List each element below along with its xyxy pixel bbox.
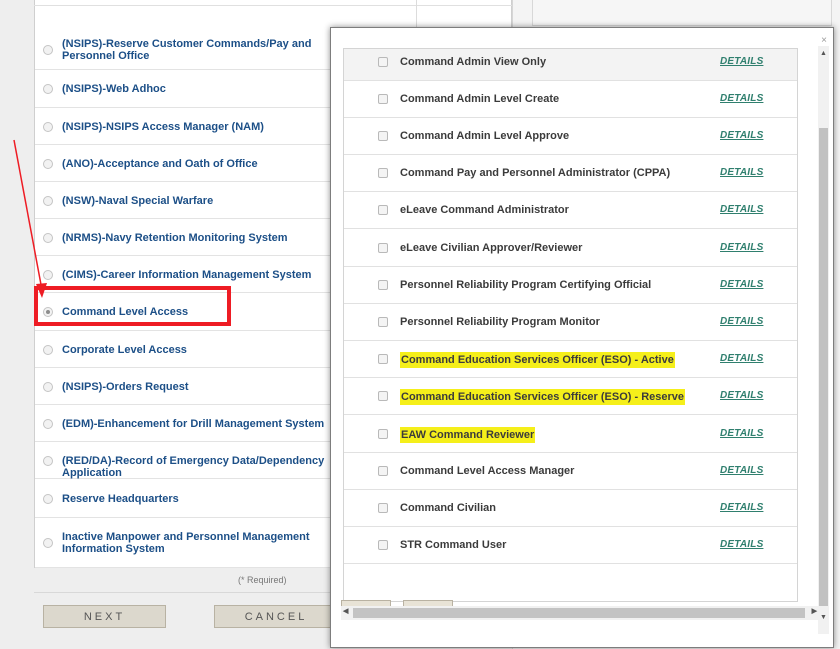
next-button[interactable]: NEXT xyxy=(43,605,166,628)
details-link[interactable]: DETAILS xyxy=(720,130,763,141)
access-level-label: Personnel Reliability Program Monitor xyxy=(400,316,600,328)
access-details-modal: × Command Admin View Only DETAILS Command … xyxy=(330,27,834,648)
required-note: (* Required) xyxy=(238,575,287,585)
access-level-label: Personnel Reliability Program Certifying… xyxy=(400,279,652,291)
role-label: (RED/DA)-Record of Emergency Data/Depend… xyxy=(62,454,325,479)
access-level-checkbox[interactable] xyxy=(378,317,388,327)
details-link[interactable]: DETAILS xyxy=(720,56,763,67)
access-level-label: Command Admin Level Create xyxy=(400,93,560,105)
details-link[interactable]: DETAILS xyxy=(720,167,763,178)
role-label: (NSW)-Naval Special Warfare xyxy=(62,194,214,207)
access-level-checkbox[interactable] xyxy=(378,205,388,215)
role-radio-button[interactable] xyxy=(43,45,53,55)
horizontal-scrollbar[interactable]: ◀ ▶ xyxy=(341,606,819,620)
role-label: (NSIPS)-Orders Request xyxy=(62,380,189,393)
access-level-row: STR Command User DETAILS xyxy=(344,527,797,564)
access-level-label: eLeave Civilian Approver/Reviewer xyxy=(400,242,583,254)
role-radio-button[interactable] xyxy=(43,455,53,466)
access-level-label: Command Admin View Only xyxy=(400,56,547,68)
access-level-row: Command Admin Level Create DETAILS xyxy=(344,81,797,118)
access-level-row: Personnel Reliability Program Monitor DET… xyxy=(344,304,797,341)
details-link[interactable]: DETAILS xyxy=(720,242,763,253)
right-panel-box xyxy=(532,0,832,26)
role-label: Reserve Headquarters xyxy=(62,492,179,505)
details-link[interactable]: DETAILS xyxy=(720,204,763,215)
access-level-row: Command Admin View Only DETAILS xyxy=(344,49,797,81)
access-level-row: Command Level Access Manager DETAILS xyxy=(344,453,797,490)
access-level-row: Command Admin Level Approve DETAILS xyxy=(344,118,797,155)
role-label: (NSIPS)-Web Adhoc xyxy=(62,83,166,95)
scroll-up-icon[interactable]: ▲ xyxy=(820,50,827,57)
role-label: Inactive Manpower and Personnel Manageme… xyxy=(62,531,310,555)
access-level-label: Command Civilian xyxy=(400,502,496,514)
access-level-label: EAW Command Reviewer xyxy=(400,427,536,443)
role-radio-button[interactable] xyxy=(43,538,53,548)
close-icon[interactable]: × xyxy=(821,35,827,46)
details-link[interactable]: DETAILS xyxy=(720,502,763,513)
details-link[interactable]: DETAILS xyxy=(720,539,763,550)
red-annotation-box xyxy=(34,286,231,326)
access-level-checkbox[interactable] xyxy=(378,57,388,67)
scrollbar-thumb[interactable] xyxy=(819,128,828,606)
details-link[interactable]: DETAILS xyxy=(720,316,763,327)
role-label: (NSIPS)-Reserve Customer Commands/Pay an… xyxy=(62,38,312,62)
details-link[interactable]: DETAILS xyxy=(720,93,763,104)
role-label: Corporate Level Access xyxy=(62,343,187,356)
role-radio-button[interactable] xyxy=(43,418,53,429)
access-level-row: Personnel Reliability Program Certifying… xyxy=(344,267,797,304)
cancel-button[interactable]: CANCEL xyxy=(214,605,338,628)
horizontal-scrollbar-thumb[interactable] xyxy=(353,608,805,618)
role-label: (ANO)-Acceptance and Oath of Office xyxy=(62,157,258,170)
role-label: (NRMS)-Navy Retention Monitoring System xyxy=(62,231,288,244)
scroll-left-icon[interactable]: ◀ xyxy=(343,607,348,615)
access-level-row: Command Civilian DETAILS xyxy=(344,490,797,527)
access-level-label: eLeave Command Administrator xyxy=(400,204,569,216)
red-annotation-arrow xyxy=(13,139,47,298)
access-level-row: eLeave Command Administrator DETAILS xyxy=(344,192,797,229)
vertical-scrollbar[interactable]: ▲ ▼ xyxy=(818,46,829,634)
role-label: (EDM)-Enhancement for Drill Management S… xyxy=(62,417,325,430)
access-level-label: Command Pay and Personnel Administrator … xyxy=(400,167,671,179)
access-level-checkbox[interactable] xyxy=(378,280,388,290)
role-radio-button[interactable] xyxy=(43,381,53,392)
access-level-label: Command Admin Level Approve xyxy=(400,130,570,142)
access-level-row: Command Pay and Personnel Administrator … xyxy=(344,155,797,192)
access-level-checkbox[interactable] xyxy=(378,131,388,141)
access-level-list: Command Admin View Only DETAILS Command Ad… xyxy=(343,48,798,602)
access-level-label: Command Education Services Officer (ESO)… xyxy=(400,352,675,368)
details-link[interactable]: DETAILS xyxy=(720,353,763,364)
access-level-checkbox[interactable] xyxy=(378,168,388,178)
access-level-row: EAW Command Reviewer DETAILS xyxy=(344,416,797,453)
scroll-down-icon[interactable]: ▼ xyxy=(820,614,827,621)
details-link[interactable]: DETAILS xyxy=(720,279,763,290)
details-link[interactable]: DETAILS xyxy=(720,390,763,401)
role-radio-button[interactable] xyxy=(43,121,53,132)
access-level-checkbox[interactable] xyxy=(378,540,388,550)
role-radio-button[interactable] xyxy=(43,84,53,94)
role-label: (CIMS)-Career Information Management Sys… xyxy=(62,268,312,281)
access-level-checkbox[interactable] xyxy=(378,503,388,513)
panel-top-divider xyxy=(34,0,512,6)
details-link[interactable]: DETAILS xyxy=(720,465,763,476)
access-level-row: Command Education Services Officer (ESO)… xyxy=(344,378,797,415)
role-radio-button[interactable] xyxy=(43,344,53,355)
access-level-checkbox[interactable] xyxy=(378,354,388,364)
access-level-checkbox[interactable] xyxy=(378,466,388,476)
access-level-checkbox[interactable] xyxy=(378,391,388,401)
role-label: (NSIPS)-NSIPS Access Manager (NAM) xyxy=(62,120,264,133)
access-level-label: STR Command User xyxy=(400,539,507,551)
access-level-row: eLeave Civilian Approver/Reviewer DETAILS xyxy=(344,230,797,267)
details-link[interactable]: DETAILS xyxy=(720,428,763,439)
access-level-checkbox[interactable] xyxy=(378,94,388,104)
access-level-label: Command Education Services Officer (ESO)… xyxy=(400,389,686,405)
role-radio-button[interactable] xyxy=(43,493,53,504)
access-level-label: Command Level Access Manager xyxy=(400,465,575,477)
scroll-right-icon[interactable]: ▶ xyxy=(812,607,817,615)
access-level-checkbox[interactable] xyxy=(378,243,388,253)
access-level-checkbox[interactable] xyxy=(378,429,388,439)
footer-divider xyxy=(34,592,334,593)
access-level-row: Command Education Services Officer (ESO)… xyxy=(344,341,797,378)
